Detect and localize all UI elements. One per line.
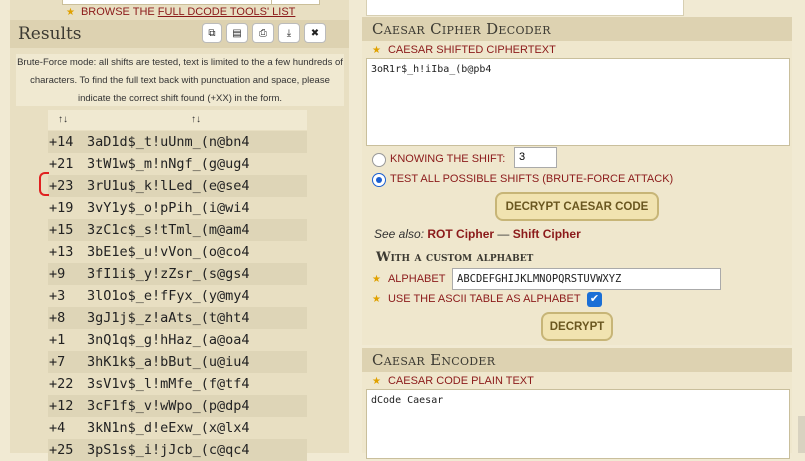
knowing-shift-radio[interactable] (372, 153, 386, 167)
browse-tools-link[interactable]: ★ BROWSE THE FULL DCODE TOOLS' LIST (66, 6, 295, 18)
table-row[interactable]: +9 3fI1i$_y!zZsr_(s@gs4 (48, 263, 307, 285)
shift-value: +13 (49, 244, 74, 260)
star-icon: ★ (66, 7, 75, 18)
decoded-text: 3fI1i$_y!zZsr_(s@gs4 (87, 266, 250, 282)
top-search-box[interactable] (62, 0, 320, 5)
decoded-text: 3kN1n$_d!eExw_(x@lx4 (87, 420, 250, 436)
decoder-title: Caesar Cipher Decoder (372, 20, 551, 38)
see-also: See also: ROT Cipher — Shift Cipher (374, 227, 581, 241)
red-annotation-mark (39, 172, 49, 196)
rot-cipher-link[interactable]: ROT Cipher (427, 227, 494, 241)
download-icon[interactable]: ⤓ (278, 23, 300, 43)
decoder-header: Caesar Cipher Decoder (362, 17, 792, 41)
shift-value: +4 (49, 420, 66, 436)
decoded-text: 3zC1c$_s!tTml_(m@am4 (87, 222, 250, 238)
scrollbar[interactable] (798, 416, 805, 453)
table-row[interactable]: +19 3vY1y$_o!pPih_(i@wi4 (48, 197, 307, 219)
star-icon: ★ (372, 45, 381, 56)
encoder-section: Caesar Encoder ★ CAESAR CODE PLAIN TEXT d… (362, 348, 792, 459)
bruteforce-note: Brute-Force mode: all shifts are tested,… (16, 54, 344, 106)
shift-value: +1 (49, 332, 66, 348)
table-row[interactable]: +12 3cF1f$_v!wWpo_(p@dp4 (48, 395, 307, 417)
results-title: Results (18, 24, 82, 44)
alphabet-input[interactable]: ABCDEFGHIJKLMNOPQRSTUVWXYZ (452, 268, 721, 290)
top-bar: ★ BROWSE THE FULL DCODE TOOLS' LIST (10, 0, 349, 20)
shift-value: +8 (49, 310, 66, 326)
ascii-checkbox[interactable]: ✔ (587, 292, 602, 307)
print-icon[interactable]: ⎙ (252, 23, 274, 43)
decoded-text: 3aD1d$_t!uUnm_(n@bn4 (87, 134, 250, 150)
right-panel: Caesar Cipher Decoder ★ CAESAR SHIFTED CI… (362, 0, 805, 459)
ascii-label: ★ USE THE ASCII TABLE AS ALPHABET (372, 293, 581, 305)
results-toolbar: ⧉ ▤ ⎙ ⤓ ✖ (202, 23, 326, 43)
plaintext-input[interactable]: dCode Caesar (366, 389, 790, 459)
shift-value: +21 (49, 156, 74, 172)
decoded-text: 3pS1s$_i!jJcb_(c@qc4 (87, 442, 250, 458)
decoded-text: 3lO1o$_e!fFyx_(y@my4 (87, 288, 250, 304)
shift-value: +19 (49, 200, 74, 216)
sort-text-button[interactable]: ↑↓ (191, 114, 201, 125)
save-icon[interactable]: ▤ (226, 23, 248, 43)
close-icon[interactable]: ✖ (304, 23, 326, 43)
table-row[interactable]: +21 3tW1w$_m!nNgf_(g@ug4 (48, 153, 307, 175)
table-row[interactable]: +23 3rU1u$_k!lLed_(e@se4 (48, 175, 307, 197)
shift-value: +7 (49, 354, 66, 370)
decoded-text: 3nQ1q$_g!hHaz_(a@oa4 (87, 332, 250, 348)
plaintext-label: ★ CAESAR CODE PLAIN TEXT (372, 375, 534, 387)
shift-value: +14 (49, 134, 74, 150)
shift-value: +25 (49, 442, 74, 458)
shift-value: +15 (49, 222, 74, 238)
table-row[interactable]: +25 3pS1s$_i!jJcb_(c@qc4 (48, 439, 307, 461)
custom-alphabet-title: With a custom alphabet (376, 250, 534, 265)
decoder-section: Caesar Cipher Decoder ★ CAESAR SHIFTED CI… (362, 17, 792, 345)
decoded-text: 3hK1k$_a!bBut_(u@iu4 (87, 354, 250, 370)
star-icon: ★ (372, 376, 381, 387)
top-input-box[interactable] (366, 0, 684, 16)
encoder-header: Caesar Encoder (362, 348, 792, 372)
results-header: Results ⧉ ▤ ⎙ ⤓ ✖ (10, 20, 349, 48)
star-icon: ★ (372, 294, 381, 305)
table-row[interactable]: +1 3nQ1q$_g!hHaz_(a@oa4 (48, 329, 307, 351)
table-row[interactable]: +13 3bE1e$_u!vVon_(o@co4 (48, 241, 307, 263)
decrypt-button[interactable]: DECRYPT (541, 312, 613, 341)
left-panel: ★ BROWSE THE FULL DCODE TOOLS' LIST Resul… (10, 0, 349, 461)
star-icon: ★ (372, 274, 381, 285)
decoded-text: 3rU1u$_k!lLed_(e@se4 (87, 178, 250, 194)
shift-input[interactable]: 3 (514, 147, 557, 168)
decrypt-caesar-button[interactable]: DECRYPT CAESAR CODE (495, 192, 659, 221)
decoded-text: 3cF1f$_v!wWpo_(p@dp4 (87, 398, 250, 414)
shift-value: +22 (49, 376, 74, 392)
table-row[interactable]: +15 3zC1c$_s!tTml_(m@am4 (48, 219, 307, 241)
shift-value: +9 (49, 266, 66, 282)
table-row[interactable]: +14 3aD1d$_t!uUnm_(n@bn4 (48, 131, 307, 153)
decoded-text: 3vY1y$_o!pPih_(i@wi4 (87, 200, 250, 216)
decoded-text: 3sV1v$_l!mMfe_(f@tf4 (87, 376, 250, 392)
shift-value: +3 (49, 288, 66, 304)
bruteforce-label: TEST ALL POSSIBLE SHIFTS (BRUTE-FORCE AT… (390, 173, 674, 185)
results-table-header: ↑↓ ↑↓ (48, 110, 307, 130)
knowing-shift-label: KNOWING THE SHIFT: (390, 153, 506, 165)
sort-shift-button[interactable]: ↑↓ (58, 114, 68, 125)
table-row[interactable]: +3 3lO1o$_e!fFyx_(y@my4 (48, 285, 307, 307)
shift-value: +12 (49, 398, 74, 414)
alphabet-label: ★ ALPHABET (372, 273, 446, 285)
table-row[interactable]: +8 3gJ1j$_z!aAts_(t@ht4 (48, 307, 307, 329)
ciphertext-label: ★ CAESAR SHIFTED CIPHERTEXT (372, 44, 556, 56)
decoded-text: 3tW1w$_m!nNgf_(g@ug4 (87, 156, 250, 172)
decoded-text: 3bE1e$_u!vVon_(o@co4 (87, 244, 250, 260)
shift-cipher-link[interactable]: Shift Cipher (513, 227, 581, 241)
results-table: +14 3aD1d$_t!uUnm_(n@bn4 +21 3tW1w$_m!nNgf_… (48, 131, 307, 461)
table-row[interactable]: +7 3hK1k$_a!bBut_(u@iu4 (48, 351, 307, 373)
shift-value: +23 (49, 178, 74, 194)
decoded-text: 3gJ1j$_z!aAts_(t@ht4 (87, 310, 250, 326)
encoder-title: Caesar Encoder (372, 351, 496, 369)
table-row[interactable]: +4 3kN1n$_d!eExw_(x@lx4 (48, 417, 307, 439)
bruteforce-radio[interactable] (372, 173, 386, 187)
table-row[interactable]: +22 3sV1v$_l!mMfe_(f@tf4 (48, 373, 307, 395)
copy-icon[interactable]: ⧉ (202, 23, 222, 43)
ciphertext-input[interactable]: 3oR1r$_h!iIba_(b@pb4 (366, 58, 790, 146)
